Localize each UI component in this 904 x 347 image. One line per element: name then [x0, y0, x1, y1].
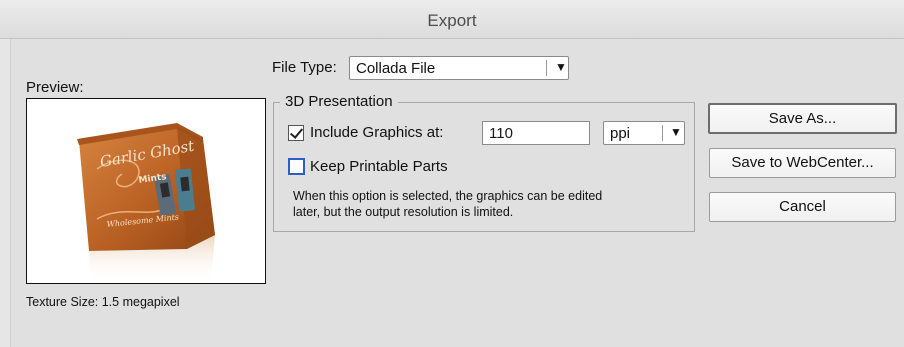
presentation-note-line2: later, but the output resolution is limi…	[293, 205, 514, 219]
select-divider	[662, 125, 663, 141]
file-type-label: File Type:	[272, 59, 337, 76]
preview-panel: Garlic Ghost Mints Wholesome Mints	[26, 98, 266, 284]
preview-label: Preview:	[26, 79, 84, 96]
keep-printable-checkbox[interactable]	[288, 158, 305, 175]
texture-size-text: Texture Size: 1.5 megapixel	[26, 295, 180, 309]
chevron-down-icon: ▼	[670, 125, 682, 139]
chevron-down-icon: ▼	[555, 60, 567, 74]
presentation-note-line1: When this option is selected, the graphi…	[293, 189, 603, 203]
keep-printable-label: Keep Printable Parts	[310, 158, 448, 175]
cancel-button[interactable]: Cancel	[709, 192, 896, 222]
resolution-unit-select[interactable]: ppi ▼	[603, 121, 685, 145]
package-preview-image: Garlic Ghost Mints Wholesome Mints	[77, 123, 215, 283]
window-title: Export	[0, 0, 904, 39]
file-type-value: Collada File	[356, 60, 436, 77]
save-to-webcenter-button[interactable]: Save to WebCenter...	[709, 148, 896, 178]
graphics-resolution-input[interactable]: 110	[482, 121, 590, 145]
presentation-group-title: 3D Presentation	[280, 93, 398, 110]
resolution-unit-value: ppi	[610, 125, 631, 142]
include-graphics-label: Include Graphics at:	[310, 124, 444, 141]
include-graphics-checkbox[interactable]	[288, 125, 304, 141]
select-divider	[546, 60, 547, 76]
save-as-button[interactable]: Save As...	[708, 103, 897, 134]
file-type-select[interactable]: Collada File ▼	[349, 56, 569, 80]
